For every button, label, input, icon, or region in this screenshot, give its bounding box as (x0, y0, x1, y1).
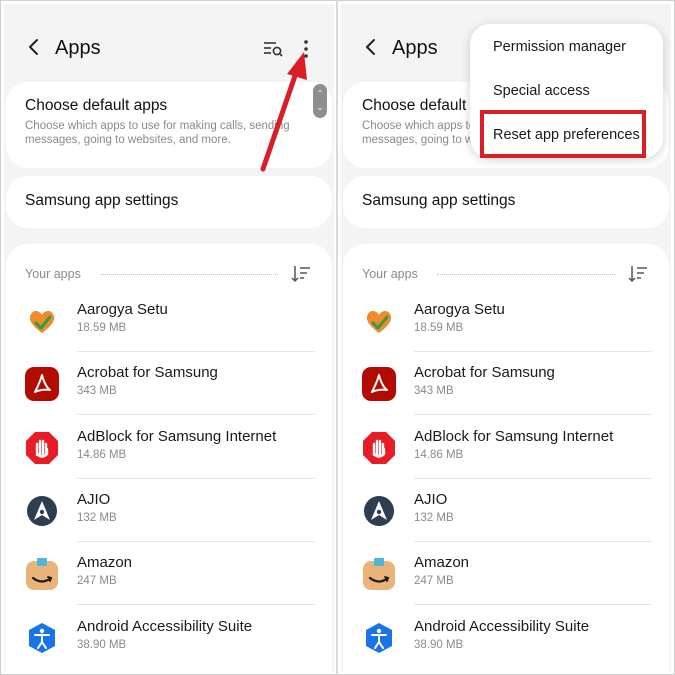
accessibility-icon (24, 620, 60, 656)
more-options-icon[interactable] (296, 38, 316, 60)
app-header: Apps (4, 4, 334, 92)
app-name: Acrobat for Samsung (77, 364, 218, 382)
samsung-app-settings-label: Samsung app settings (25, 192, 179, 209)
section-divider (100, 274, 278, 275)
list-item[interactable]: Amazon 247 MB (6, 542, 332, 606)
default-apps-title: Choose default apps (25, 97, 168, 114)
list-item[interactable]: Android Accessibility Suite 38.90 MB (6, 606, 332, 669)
right-screenshot: Apps Choose default apps Choose which ap… (341, 4, 671, 671)
your-apps-label: Your apps (362, 267, 418, 281)
default-apps-description: Choose which apps to use for making call… (25, 120, 290, 146)
samsung-app-settings-card[interactable]: Samsung app settings (343, 176, 669, 228)
list-item[interactable]: AJIO 132 MB (343, 479, 669, 542)
your-apps-label: Your apps (25, 267, 81, 281)
back-arrow-icon[interactable] (24, 37, 44, 57)
samsung-app-settings-label: Samsung app settings (362, 192, 516, 209)
app-size: 132 MB (414, 511, 454, 524)
list-item[interactable]: Acrobat for Samsung 343 MB (343, 352, 669, 416)
app-size: 343 MB (414, 385, 454, 398)
app-name: Aarogya Setu (77, 301, 168, 318)
menu-item-permission-manager[interactable]: Permission manager (493, 39, 626, 55)
section-divider (437, 274, 615, 275)
list-item[interactable]: Aarogya Setu 18.59 MB (6, 289, 332, 352)
acrobat-icon (24, 366, 60, 402)
app-name: Amazon (414, 554, 470, 572)
app-size: 247 MB (414, 575, 454, 588)
app-size: 38.90 MB (414, 638, 464, 651)
accessibility-icon (361, 620, 397, 656)
search-icon[interactable] (262, 38, 284, 60)
fast-scroll-handle[interactable]: ⌃ ⌄ (313, 84, 327, 118)
samsung-app-settings-card[interactable]: Samsung app settings (6, 176, 332, 228)
app-name: Amazon (77, 554, 133, 572)
app-name: Acrobat for Samsung (414, 364, 555, 382)
your-apps-card: Your apps Aarogya Setu 18.59 MB Acrobat fo… (343, 244, 669, 671)
annotation-highlight-box (480, 110, 646, 158)
list-item[interactable]: AdBlock for Samsung Internet 14.86 MB (343, 416, 669, 479)
app-name: AJIO (77, 490, 111, 508)
ajio-icon (24, 493, 60, 529)
app-size: 14.86 MB (414, 448, 464, 461)
app-name: Android Accessibility Suite (77, 617, 253, 635)
choose-default-apps-card[interactable]: Choose default apps Choose which apps to… (6, 82, 332, 168)
left-screenshot: Apps Choose default apps Choose which ap… (4, 4, 334, 671)
app-size: 14.86 MB (77, 448, 127, 461)
adblock-icon (361, 430, 397, 466)
acrobat-icon (361, 366, 397, 402)
amazon-icon (24, 556, 60, 592)
list-item[interactable]: Android Accessibility Suite 38.90 MB (343, 606, 669, 669)
list-item[interactable]: Amazon 247 MB (343, 542, 669, 606)
your-apps-card: Your apps Aarogya Setu 18.59 MB Acrobat fo… (6, 244, 332, 671)
adblock-icon (24, 430, 60, 466)
list-item[interactable]: Aarogya Setu 18.59 MB (343, 289, 669, 352)
aarogya-setu-icon (361, 303, 397, 339)
page-title: Apps (55, 37, 101, 59)
page-title: Apps (392, 37, 438, 59)
list-item[interactable]: AJIO 132 MB (6, 479, 332, 542)
app-name: AdBlock for Samsung Internet (414, 427, 614, 445)
app-name: AJIO (414, 490, 448, 508)
app-size: 18.59 MB (77, 322, 127, 334)
app-size: 18.59 MB (414, 322, 464, 334)
app-size: 38.90 MB (77, 638, 127, 651)
list-item[interactable]: AdBlock for Samsung Internet 14.86 MB (6, 416, 332, 479)
app-name: Android Accessibility Suite (414, 617, 590, 635)
app-name: Aarogya Setu (414, 301, 505, 318)
app-size: 343 MB (77, 385, 117, 398)
sort-icon[interactable] (290, 264, 312, 284)
amazon-icon (361, 556, 397, 592)
back-arrow-icon[interactable] (361, 37, 381, 57)
app-size: 247 MB (77, 575, 117, 588)
panel-divider (336, 0, 338, 675)
aarogya-setu-icon (24, 303, 60, 339)
menu-item-special-access[interactable]: Special access (493, 83, 590, 99)
app-size: 132 MB (77, 511, 117, 524)
list-item[interactable]: Acrobat for Samsung 343 MB (6, 352, 332, 416)
sort-icon[interactable] (627, 264, 649, 284)
app-name: AdBlock for Samsung Internet (77, 427, 277, 445)
ajio-icon (361, 493, 397, 529)
